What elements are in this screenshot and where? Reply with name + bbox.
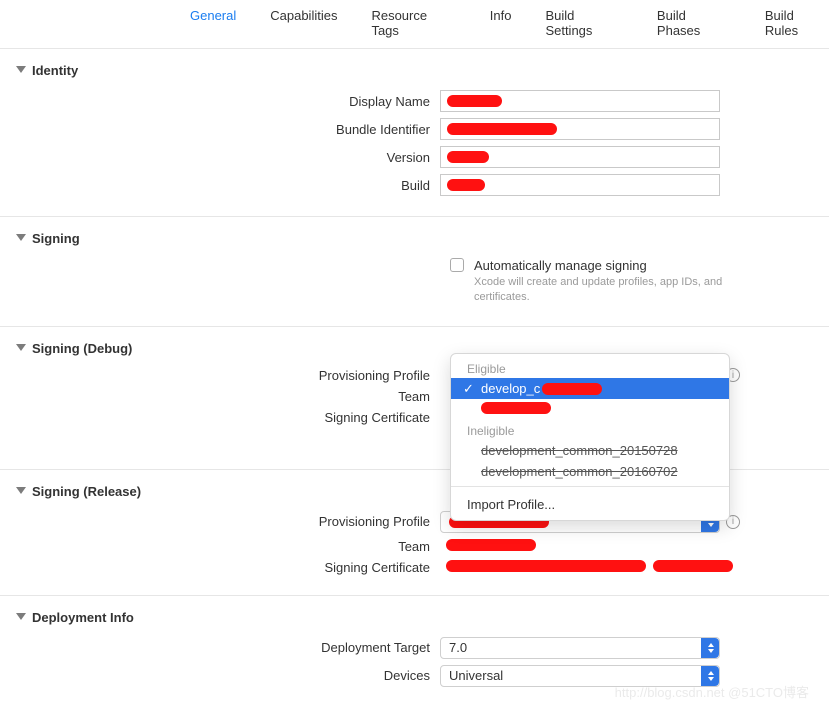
version-field[interactable] <box>440 146 720 168</box>
popup-item-selected[interactable]: develop_c <box>451 378 729 399</box>
deployment-target-dropdown[interactable]: 7.0 <box>440 637 720 659</box>
version-label: Version <box>0 150 440 165</box>
tab-capabilities[interactable]: Capabilities <box>270 8 337 38</box>
bundle-id-field[interactable] <box>440 118 720 140</box>
disclosure-icon[interactable] <box>16 234 26 241</box>
build-field[interactable] <box>440 174 720 196</box>
signing-title: Signing <box>32 231 80 246</box>
tab-info[interactable]: Info <box>490 8 512 38</box>
watermark: http://blog.csdn.net @51CTO博客 <box>615 682 809 701</box>
popup-eligible-header: Eligible <box>451 358 729 378</box>
auto-manage-checkbox[interactable] <box>450 258 464 272</box>
display-name-label: Display Name <box>0 94 440 109</box>
devices-label: Devices <box>0 668 440 683</box>
popup-item[interactable]: development_common_20150728 <box>451 440 729 461</box>
signing-debug-section: Signing (Debug) Provisioning Profile i T… <box>0 327 829 470</box>
auto-manage-desc: Xcode will create and update profiles, a… <box>474 275 734 306</box>
debug-profile-label: Provisioning Profile <box>0 368 440 383</box>
disclosure-icon[interactable] <box>16 487 26 494</box>
identity-section: Identity Display Name Bundle Identifier … <box>0 49 829 217</box>
bundle-id-label: Bundle Identifier <box>0 122 440 137</box>
profile-popup: Eligible develop_c Ineligible developmen… <box>450 353 730 521</box>
auto-manage-label: Automatically manage signing <box>474 258 734 273</box>
release-profile-label: Provisioning Profile <box>0 514 440 529</box>
signing-debug-title: Signing (Debug) <box>32 341 132 356</box>
release-team-label: Team <box>0 539 440 554</box>
debug-team-label: Team <box>0 389 440 404</box>
signing-release-title: Signing (Release) <box>32 484 141 499</box>
disclosure-icon[interactable] <box>16 66 26 73</box>
disclosure-icon[interactable] <box>16 344 26 351</box>
build-label: Build <box>0 178 440 193</box>
popup-item[interactable] <box>451 399 729 420</box>
tab-build-rules[interactable]: Build Rules <box>765 8 829 38</box>
display-name-field[interactable] <box>440 90 720 112</box>
tab-resource-tags[interactable]: Resource Tags <box>371 8 455 38</box>
deployment-section: Deployment Info Deployment Target 7.0 De… <box>0 596 829 707</box>
identity-title: Identity <box>32 63 78 78</box>
deployment-target-label: Deployment Target <box>0 640 440 655</box>
release-cert-label: Signing Certificate <box>0 560 440 575</box>
popup-import[interactable]: Import Profile... <box>451 491 729 520</box>
tab-bar: General Capabilities Resource Tags Info … <box>0 0 829 49</box>
tab-build-phases[interactable]: Build Phases <box>657 8 731 38</box>
popup-ineligible-header: Ineligible <box>451 420 729 440</box>
signing-section: Signing Automatically manage signing Xco… <box>0 217 829 327</box>
deployment-title: Deployment Info <box>32 610 134 625</box>
debug-cert-label: Signing Certificate <box>0 410 440 425</box>
tab-general[interactable]: General <box>190 8 236 38</box>
tab-build-settings[interactable]: Build Settings <box>545 8 622 38</box>
popup-item[interactable]: development_common_20160702 <box>451 461 729 482</box>
disclosure-icon[interactable] <box>16 613 26 620</box>
